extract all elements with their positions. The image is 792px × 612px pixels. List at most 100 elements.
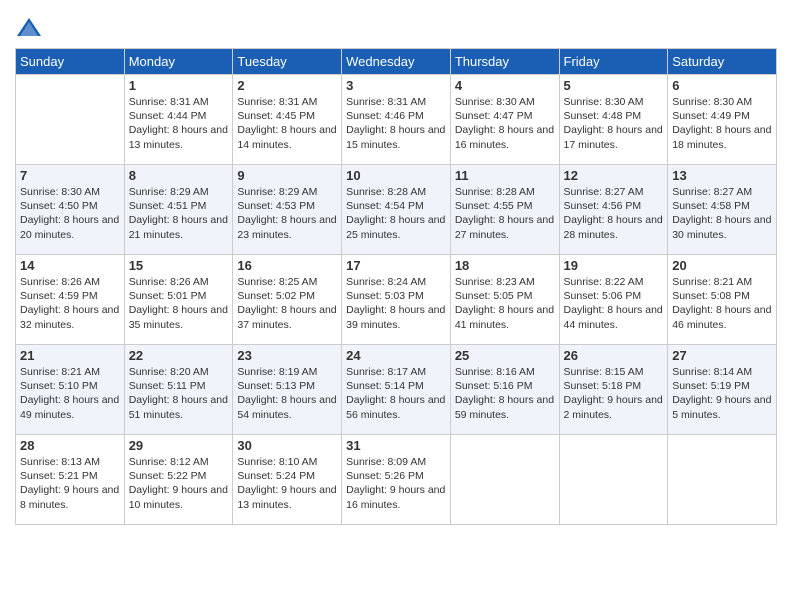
day-number: 11 [455, 168, 555, 183]
calendar-cell: 11 Sunrise: 8:28 AMSunset: 4:55 PMDayligh… [450, 165, 559, 255]
calendar-cell: 6Sunrise: 8:30 AMSunset: 4:49 PMDaylight… [668, 75, 777, 165]
day-info: Sunrise: 8:09 AMSunset: 5:26 PMDaylight:… [346, 455, 446, 512]
day-number: 28 [20, 438, 120, 453]
day-info: Sunrise: 8:22 AMSunset: 5:06 PMDaylight:… [564, 275, 664, 332]
calendar-cell: 5Sunrise: 8:30 AMSunset: 4:48 PMDaylight… [559, 75, 668, 165]
day-info: Sunrise: 8:31 AMSunset: 4:45 PMDaylight:… [237, 95, 337, 152]
day-number: 3 [346, 78, 446, 93]
calendar-cell: 18 Sunrise: 8:23 AMSunset: 5:05 PMDayligh… [450, 255, 559, 345]
column-header-thursday: Thursday [450, 49, 559, 75]
day-info: Sunrise: 8:31 AMSunset: 4:44 PMDaylight:… [129, 95, 229, 152]
day-info: Sunrise: 8:29 AMSunset: 4:51 PMDaylight:… [129, 185, 229, 242]
day-number: 5 [564, 78, 664, 93]
day-info: Sunrise: 8:15 AMSunset: 5:18 PMDaylight:… [564, 365, 664, 422]
column-header-monday: Monday [124, 49, 233, 75]
day-info: Sunrise: 8:20 AMSunset: 5:11 PMDaylight:… [129, 365, 229, 422]
column-header-tuesday: Tuesday [233, 49, 342, 75]
day-info: Sunrise: 8:13 AMSunset: 5:21 PMDaylight:… [20, 455, 120, 512]
header [15, 10, 777, 42]
calendar-cell: 15 Sunrise: 8:26 AMSunset: 5:01 PMDayligh… [124, 255, 233, 345]
day-number: 8 [129, 168, 229, 183]
day-info: Sunrise: 8:28 AMSunset: 4:55 PMDaylight:… [455, 185, 555, 242]
day-info: Sunrise: 8:30 AMSunset: 4:50 PMDaylight:… [20, 185, 120, 242]
calendar-cell: 7 Sunrise: 8:30 AMSunset: 4:50 PMDaylight… [16, 165, 125, 255]
day-info: Sunrise: 8:29 AMSunset: 4:53 PMDaylight:… [237, 185, 337, 242]
day-number: 18 [455, 258, 555, 273]
calendar-cell: 26 Sunrise: 8:15 AMSunset: 5:18 PMDayligh… [559, 345, 668, 435]
day-info: Sunrise: 8:23 AMSunset: 5:05 PMDaylight:… [455, 275, 555, 332]
calendar-cell: 20Sunrise: 8:21 AMSunset: 5:08 PMDayligh… [668, 255, 777, 345]
calendar-cell: 12Sunrise: 8:27 AMSunset: 4:56 PMDayligh… [559, 165, 668, 255]
calendar-cell [668, 435, 777, 525]
day-number: 1 [129, 78, 229, 93]
day-number: 19 [564, 258, 664, 273]
day-number: 4 [455, 78, 555, 93]
calendar-cell [450, 435, 559, 525]
calendar-week-row: 14 Sunrise: 8:26 AMSunset: 4:59 PMDayligh… [16, 255, 777, 345]
calendar-cell: 9 Sunrise: 8:29 AMSunset: 4:53 PMDaylight… [233, 165, 342, 255]
day-info: Sunrise: 8:25 AMSunset: 5:02 PMDaylight:… [237, 275, 337, 332]
calendar-cell: 14 Sunrise: 8:26 AMSunset: 4:59 PMDayligh… [16, 255, 125, 345]
day-info: Sunrise: 8:21 AMSunset: 5:08 PMDaylight:… [672, 275, 772, 332]
day-number: 26 [564, 348, 664, 363]
day-number: 2 [237, 78, 337, 93]
day-number: 21 [20, 348, 120, 363]
day-info: Sunrise: 8:24 AMSunset: 5:03 PMDaylight:… [346, 275, 446, 332]
day-info: Sunrise: 8:14 AMSunset: 5:19 PMDaylight:… [672, 365, 772, 422]
calendar-cell: 30 Sunrise: 8:10 AMSunset: 5:24 PMDayligh… [233, 435, 342, 525]
day-info: Sunrise: 8:27 AMSunset: 4:58 PMDaylight:… [672, 185, 772, 242]
day-number: 15 [129, 258, 229, 273]
calendar-header-row: SundayMondayTuesdayWednesdayThursdayFrid… [16, 49, 777, 75]
day-number: 24 [346, 348, 446, 363]
day-number: 22 [129, 348, 229, 363]
calendar-week-row: 1 Sunrise: 8:31 AMSunset: 4:44 PMDaylight… [16, 75, 777, 165]
calendar-cell: 27 Sunrise: 8:14 AMSunset: 5:19 PMDayligh… [668, 345, 777, 435]
day-number: 13 [672, 168, 772, 183]
calendar: SundayMondayTuesdayWednesdayThursdayFrid… [15, 48, 777, 525]
day-info: Sunrise: 8:27 AMSunset: 4:56 PMDaylight:… [564, 185, 664, 242]
day-info: Sunrise: 8:31 AMSunset: 4:46 PMDaylight:… [346, 95, 446, 152]
day-info: Sunrise: 8:19 AMSunset: 5:13 PMDaylight:… [237, 365, 337, 422]
calendar-week-row: 7 Sunrise: 8:30 AMSunset: 4:50 PMDaylight… [16, 165, 777, 255]
day-info: Sunrise: 8:26 AMSunset: 5:01 PMDaylight:… [129, 275, 229, 332]
day-info: Sunrise: 8:30 AMSunset: 4:49 PMDaylight:… [672, 95, 772, 152]
calendar-cell [16, 75, 125, 165]
day-number: 27 [672, 348, 772, 363]
day-info: Sunrise: 8:10 AMSunset: 5:24 PMDaylight:… [237, 455, 337, 512]
day-info: Sunrise: 8:28 AMSunset: 4:54 PMDaylight:… [346, 185, 446, 242]
logo [15, 14, 45, 42]
calendar-cell: 8 Sunrise: 8:29 AMSunset: 4:51 PMDaylight… [124, 165, 233, 255]
day-number: 7 [20, 168, 120, 183]
day-number: 14 [20, 258, 120, 273]
calendar-cell: 24 Sunrise: 8:17 AMSunset: 5:14 PMDayligh… [342, 345, 451, 435]
calendar-cell: 22 Sunrise: 8:20 AMSunset: 5:11 PMDayligh… [124, 345, 233, 435]
column-header-wednesday: Wednesday [342, 49, 451, 75]
day-info: Sunrise: 8:17 AMSunset: 5:14 PMDaylight:… [346, 365, 446, 422]
calendar-cell: 29 Sunrise: 8:12 AMSunset: 5:22 PMDayligh… [124, 435, 233, 525]
calendar-cell: 16 Sunrise: 8:25 AMSunset: 5:02 PMDayligh… [233, 255, 342, 345]
day-number: 9 [237, 168, 337, 183]
calendar-cell: 19 Sunrise: 8:22 AMSunset: 5:06 PMDayligh… [559, 255, 668, 345]
column-header-saturday: Saturday [668, 49, 777, 75]
calendar-cell: 13 Sunrise: 8:27 AMSunset: 4:58 PMDayligh… [668, 165, 777, 255]
day-number: 25 [455, 348, 555, 363]
calendar-cell: 1 Sunrise: 8:31 AMSunset: 4:44 PMDaylight… [124, 75, 233, 165]
calendar-cell: 2 Sunrise: 8:31 AMSunset: 4:45 PMDaylight… [233, 75, 342, 165]
day-number: 17 [346, 258, 446, 273]
column-header-sunday: Sunday [16, 49, 125, 75]
calendar-cell: 21 Sunrise: 8:21 AMSunset: 5:10 PMDayligh… [16, 345, 125, 435]
calendar-week-row: 28 Sunrise: 8:13 AMSunset: 5:21 PMDayligh… [16, 435, 777, 525]
day-number: 30 [237, 438, 337, 453]
day-info: Sunrise: 8:21 AMSunset: 5:10 PMDaylight:… [20, 365, 120, 422]
calendar-cell: 17 Sunrise: 8:24 AMSunset: 5:03 PMDayligh… [342, 255, 451, 345]
day-number: 29 [129, 438, 229, 453]
logo-icon [15, 14, 43, 42]
day-info: Sunrise: 8:26 AMSunset: 4:59 PMDaylight:… [20, 275, 120, 332]
day-info: Sunrise: 8:16 AMSunset: 5:16 PMDaylight:… [455, 365, 555, 422]
day-info: Sunrise: 8:30 AMSunset: 4:47 PMDaylight:… [455, 95, 555, 152]
calendar-cell: 28 Sunrise: 8:13 AMSunset: 5:21 PMDayligh… [16, 435, 125, 525]
day-number: 16 [237, 258, 337, 273]
day-info: Sunrise: 8:12 AMSunset: 5:22 PMDaylight:… [129, 455, 229, 512]
calendar-week-row: 21 Sunrise: 8:21 AMSunset: 5:10 PMDayligh… [16, 345, 777, 435]
calendar-cell: 10Sunrise: 8:28 AMSunset: 4:54 PMDayligh… [342, 165, 451, 255]
